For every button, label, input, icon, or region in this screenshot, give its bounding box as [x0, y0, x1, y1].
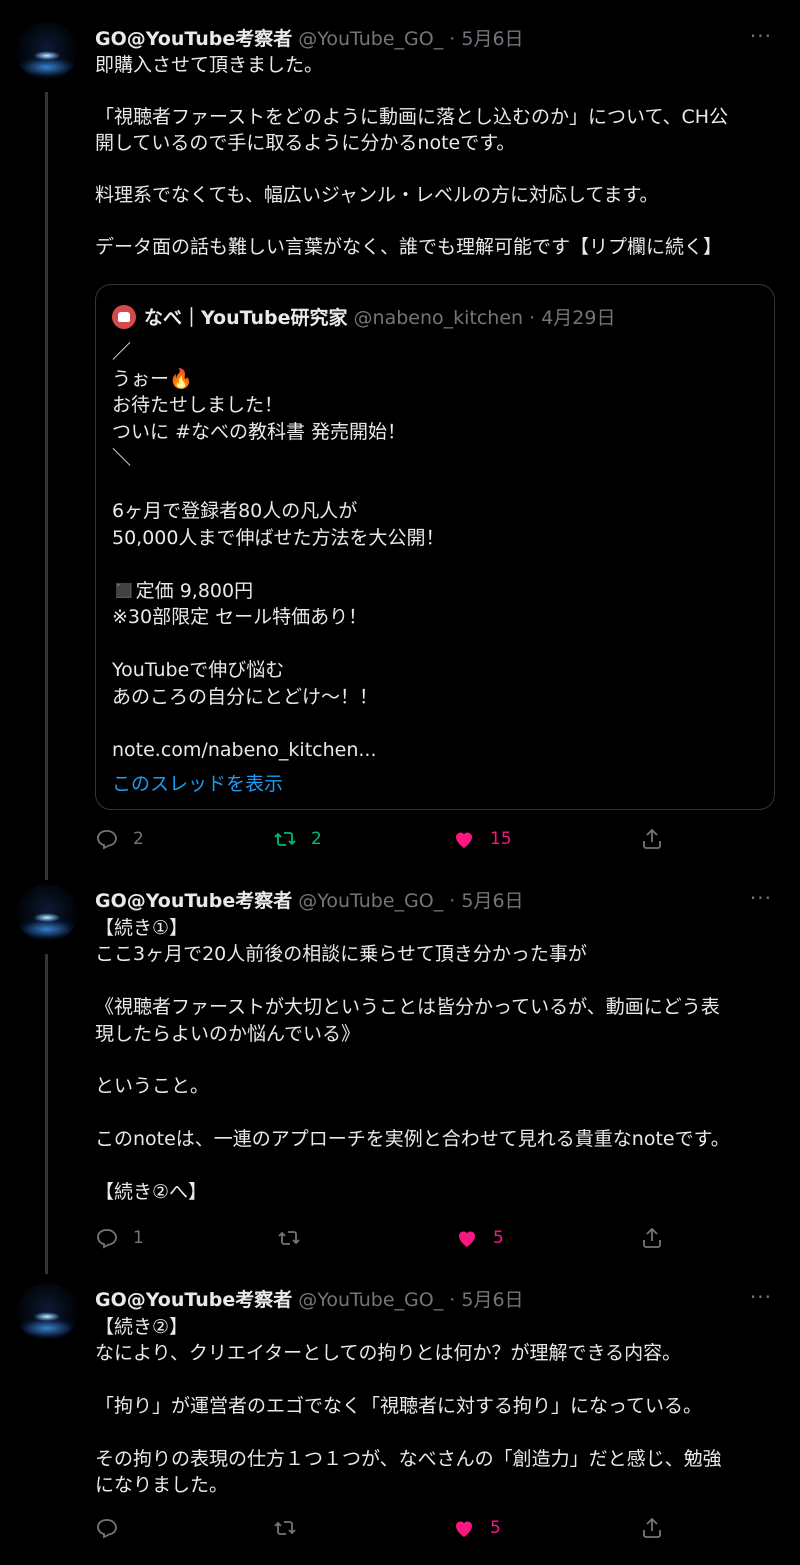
like-button[interactable]: 5 [452, 1516, 501, 1540]
reply-icon [97, 1229, 117, 1249]
thread-line [45, 954, 48, 1274]
retweet-icon [274, 832, 296, 846]
more-icon[interactable]: ··· [750, 1285, 772, 1309]
display-name[interactable]: GO@YouTube考察者 [95, 890, 292, 912]
tweet-1[interactable]: GO@YouTube考察者 @YouTube_GO_ · 5月6日 ··· 即購… [0, 0, 800, 880]
username[interactable]: @YouTube_GO_ [298, 28, 443, 50]
tweet-actions: 5 [95, 1516, 695, 1546]
retweet-count: 2 [311, 829, 322, 849]
quoted-tweet[interactable]: なべ｜YouTube研究家 @nabeno_kitchen · 4月29日 ／ … [95, 284, 775, 810]
display-name[interactable]: GO@YouTube考察者 [95, 1289, 292, 1311]
like-button[interactable]: 5 [455, 1226, 504, 1250]
retweet-icon [278, 1231, 300, 1245]
tweet-actions: 1 5 [95, 1226, 695, 1256]
tweet-header: GO@YouTube考察者 @YouTube_GO_ · 5月6日 [95, 1285, 524, 1312]
reply-count: 1 [133, 1228, 144, 1248]
quoted-username: @nabeno_kitchen [353, 307, 524, 329]
display-name[interactable]: GO@YouTube考察者 [95, 28, 292, 50]
separator: · [443, 1289, 462, 1311]
like-icon [456, 832, 472, 848]
like-count: 5 [493, 1228, 504, 1248]
quoted-tweet-text: ／ うぉー🔥 お待たせしました！ ついに #なべの教科書 発売開始！ ＼ 6ヶ月… [112, 341, 445, 761]
quoted-timestamp: 4月29日 [541, 307, 616, 329]
retweet-button[interactable] [273, 1516, 311, 1540]
avatar[interactable] [16, 1283, 78, 1341]
reply-icon [97, 1519, 117, 1539]
show-thread-link[interactable]: このスレッドを表示 [112, 769, 283, 796]
like-count: 15 [490, 829, 512, 849]
reply-icon [97, 830, 117, 850]
tweet-header: GO@YouTube考察者 @YouTube_GO_ · 5月6日 [95, 886, 524, 913]
share-button[interactable] [640, 827, 678, 851]
quoted-avatar [112, 305, 136, 329]
reply-button[interactable]: 2 [95, 827, 144, 851]
tweet-text: 即購入させて頂きました。 「視聴者ファーストをどのように動画に落とし込むのか」に… [95, 54, 729, 258]
reply-button[interactable] [95, 1516, 133, 1540]
quoted-display-name: なべ｜YouTube研究家 [144, 307, 348, 329]
separator: · [443, 890, 462, 912]
retweet-button[interactable]: 2 [273, 827, 322, 851]
avatar[interactable] [16, 22, 78, 80]
share-icon [643, 828, 661, 849]
more-icon[interactable]: ··· [750, 24, 772, 48]
thread-line [45, 92, 48, 880]
separator: · [523, 307, 542, 329]
like-icon [456, 1521, 472, 1537]
separator: · [443, 28, 462, 50]
tweet-3[interactable]: GO@YouTube考察者 @YouTube_GO_ · 5月6日 ··· 【続… [0, 1261, 800, 1565]
like-count: 5 [490, 1518, 501, 1538]
reply-button[interactable]: 1 [95, 1226, 144, 1250]
retweet-button[interactable] [277, 1226, 315, 1250]
tweet-text: 【続き②】 なにより、クリエイターとしての拘りとは何か？が理解できる内容。 「拘… [95, 1316, 722, 1497]
more-icon[interactable]: ··· [750, 886, 772, 910]
timestamp[interactable]: 5月6日 [461, 890, 523, 912]
like-icon [459, 1231, 475, 1247]
tweet-header: GO@YouTube考察者 @YouTube_GO_ · 5月6日 [95, 24, 524, 51]
retweet-icon [274, 1521, 296, 1535]
tweet-text: 【続き①】 ここ3ヶ月で20人前後の相談に乗らせて頂き分かった事が 《視聴者ファ… [95, 917, 730, 1204]
share-icon [643, 1517, 661, 1538]
share-icon [643, 1227, 661, 1248]
avatar[interactable] [16, 884, 78, 942]
share-button[interactable] [640, 1226, 678, 1250]
timestamp[interactable]: 5月6日 [461, 1289, 523, 1311]
tweet-2[interactable]: GO@YouTube考察者 @YouTube_GO_ · 5月6日 ··· 【続… [0, 862, 800, 1274]
tweet-actions: 2 2 15 [95, 827, 695, 857]
timestamp[interactable]: 5月6日 [461, 28, 523, 50]
username[interactable]: @YouTube_GO_ [298, 1289, 443, 1311]
share-button[interactable] [640, 1516, 678, 1540]
quoted-tweet-header: なべ｜YouTube研究家 @nabeno_kitchen · 4月29日 [112, 303, 615, 330]
username[interactable]: @YouTube_GO_ [298, 890, 443, 912]
reply-count: 2 [133, 829, 144, 849]
like-button[interactable]: 15 [452, 827, 512, 851]
